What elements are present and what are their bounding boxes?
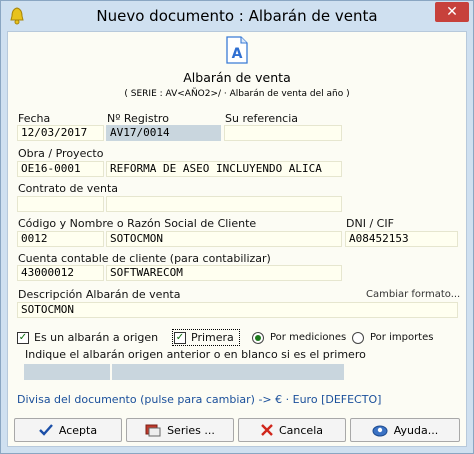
fecha-field[interactable]: 12/03/2017 [17, 125, 104, 141]
obra-name-field[interactable]: REFORMA DE ASEO INCLUYENDO ALICA [106, 161, 342, 177]
close-icon[interactable]: ✕ [446, 4, 458, 20]
dialog-body: A Albarán de venta ( SERIE : AV<AÑO2>/ ·… [7, 31, 467, 447]
acepta-button[interactable]: Acepta [14, 418, 122, 442]
series-button[interactable]: Series ... [126, 418, 234, 442]
primera-label[interactable]: Primera [191, 331, 234, 344]
red-x-icon [261, 424, 273, 436]
ayuda-button[interactable]: Ayuda... [350, 418, 460, 442]
help-icon [372, 425, 388, 437]
contrato-code-field[interactable] [17, 196, 104, 212]
svg-text:A: A [232, 46, 243, 62]
es-origen-checkbox[interactable]: ✓ [17, 332, 29, 344]
cancela-label: Cancela [278, 423, 323, 437]
cliente-code-field[interactable]: 0012 [17, 231, 104, 247]
cliente-name-field[interactable]: SOTOCMON [106, 231, 342, 247]
cuenta-label: Cuenta contable de cliente (para contabi… [18, 252, 271, 265]
por-importes-label[interactable]: Por importes [370, 332, 433, 343]
series-label: Series ... [167, 423, 215, 437]
obra-code-field[interactable]: OE16-0001 [17, 161, 104, 177]
dni-label: DNI / CIF [346, 217, 394, 230]
descripcion-label: Descripción Albarán de venta [18, 288, 181, 301]
ayuda-label: Ayuda... [393, 423, 439, 437]
referencia-field[interactable] [224, 125, 342, 141]
divisa-link[interactable]: Divisa del documento (pulse para cambiar… [17, 393, 381, 406]
origen-name-field[interactable] [112, 364, 344, 380]
contrato-name-field[interactable] [106, 196, 342, 212]
cuenta-name-field[interactable]: SOFTWARECOM [106, 265, 342, 281]
cuenta-code-field[interactable]: 43000012 [17, 265, 104, 281]
primera-checkbox[interactable]: ✓ [174, 332, 186, 344]
cliente-label: Código y Nombre o Razón Social de Client… [18, 217, 257, 230]
series-icon [145, 424, 161, 437]
dni-field[interactable]: A08452153 [345, 231, 458, 247]
registro-label: Nº Registro [107, 112, 169, 125]
close-button[interactable]: ✕ [435, 2, 469, 22]
contrato-label: Contrato de venta [18, 182, 119, 195]
series-subtitle: ( SERIE : AV<AÑO2>/ · Albarán de venta d… [124, 89, 350, 99]
check-icon: ✓ [175, 332, 185, 343]
referencia-label: Su referencia [225, 112, 299, 125]
cambiar-formato-link[interactable]: Cambiar formato... [366, 289, 460, 300]
es-origen-label[interactable]: Es un albarán a origen [34, 331, 158, 344]
check-icon [39, 424, 53, 436]
por-importes-radio[interactable] [352, 332, 364, 344]
acepta-label: Acepta [58, 423, 98, 437]
registro-field: AV17/0014 [106, 125, 221, 141]
por-mediciones-radio[interactable] [252, 332, 264, 344]
obra-label: Obra / Proyecto [18, 147, 104, 160]
indique-label: Indique el albarán origen anterior o en … [25, 348, 366, 361]
dialog-window: Nuevo documento : Albarán de venta ✕ A A… [0, 0, 474, 454]
document-type-title: Albarán de venta [183, 70, 291, 85]
fecha-label: Fecha [18, 112, 51, 125]
descripcion-field[interactable]: SOTOCMON [17, 302, 458, 318]
window-title: Nuevo documento : Albarán de venta [96, 7, 378, 25]
origen-code-field[interactable] [24, 364, 110, 380]
por-mediciones-label[interactable]: Por mediciones [270, 332, 346, 343]
title-bar[interactable]: Nuevo documento : Albarán de venta ✕ [1, 1, 473, 31]
check-icon: ✓ [18, 332, 28, 343]
document-a-icon: A [226, 36, 248, 64]
cancela-button[interactable]: Cancela [238, 418, 346, 442]
